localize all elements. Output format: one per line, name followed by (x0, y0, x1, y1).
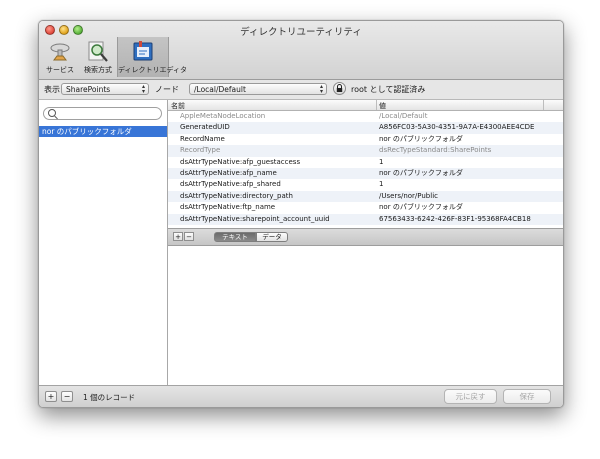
attribute-name-cell: GeneratedUID (180, 123, 230, 132)
value-detail-pane[interactable] (168, 246, 563, 385)
table-row[interactable]: dsAttrTypeNative:afp_name nor のパブリックフォルダ (168, 168, 563, 180)
attribute-name-cell: dsAttrTypeNative:afp_guestaccess (180, 157, 301, 166)
table-row[interactable]: dsAttrTypeNative:ftp_name nor のパブリックフォルダ (168, 202, 563, 213)
node-popup-value: /Local/Default (194, 85, 246, 94)
revert-button[interactable]: 元に戻す (444, 389, 497, 404)
tab-data[interactable]: データ (256, 232, 288, 242)
attribute-value-cell[interactable]: A856FC03-5A30-4351-9A7A-E4300AEE4CDE (379, 122, 534, 133)
toolbar-directory-editor-button[interactable]: ディレクトリエディタ (117, 37, 188, 77)
window-title: ディレクトリユーティリティ (240, 27, 362, 38)
popup-arrows-icon: ▴ ▾ (319, 83, 323, 95)
table-row[interactable]: AppleMetaNodeLocation/Local/Default (168, 111, 563, 122)
remove-attribute-button[interactable]: − (184, 232, 194, 241)
attribute-name-cell: RecordType (180, 146, 221, 155)
attribute-name-cell: AppleMetaNodeLocation (180, 112, 266, 120)
attribute-value-cell[interactable]: nor のパブリックフォルダ (379, 134, 463, 145)
popup-arrows-icon: ▴ ▾ (141, 83, 145, 95)
table-row[interactable]: GeneratedUID A856FC03-5A30-4351-9A7A-E430… (168, 122, 563, 134)
column-header-name[interactable]: 名前 (171, 101, 185, 111)
save-button[interactable]: 保存 (503, 389, 551, 404)
attribute-value-cell[interactable]: 1 (379, 157, 383, 168)
toolbar-search-policy-label: 検索方式 (84, 66, 112, 74)
record-list-item[interactable]: nor のパブリックフォルダ (39, 126, 167, 137)
toolbar: サービス 検索方式 ディレクトリエディタ (41, 37, 188, 77)
record-list-sidebar: nor のパブリックフォルダ (39, 100, 168, 385)
record-search-input[interactable] (43, 107, 162, 120)
services-icon (50, 43, 70, 61)
lock-button[interactable] (333, 82, 346, 95)
node-popup[interactable]: /Local/Default ▴ ▾ (189, 83, 327, 95)
toolbar-search-policy-button[interactable]: 検索方式 (79, 37, 117, 77)
attribute-name-cell: dsAttrTypeNative:sharepoint_account_uuid (180, 214, 330, 223)
attribute-value-cell[interactable]: nor のパブリックフォルダ (379, 202, 463, 213)
table-row[interactable]: dsAttrTypeNative:sharepoint_account_uuid… (168, 213, 563, 225)
titlebar: ディレクトリユーティリティ サービス 検索方式 ディレクトリエディタ (39, 21, 563, 80)
attribute-value-cell[interactable]: 67563433-6242-426F-83F1-95368FA4CB18 (379, 214, 531, 225)
attribute-table: 名前 値 AppleMetaNodeLocation/Local/Default… (168, 100, 563, 228)
auth-status-text: root として認証済み (351, 85, 426, 94)
table-header: 名前 値 (168, 100, 563, 111)
attribute-value-cell[interactable]: /Local/Default (379, 111, 427, 122)
table-row[interactable]: RecordType dsRecTypeStandard:SharePoints (168, 145, 563, 157)
search-icon (48, 109, 56, 117)
node-label: ノード (155, 85, 179, 94)
add-attribute-button[interactable]: + (173, 232, 183, 241)
bottom-bar: + − 1 個のレコード 元に戻す 保存 (39, 385, 563, 407)
record-count: 1 個のレコード (83, 393, 136, 402)
toolbar-services-button[interactable]: サービス (41, 37, 79, 77)
attribute-name-cell: dsAttrTypeNative:afp_shared (180, 180, 281, 189)
add-record-button[interactable]: + (45, 391, 57, 402)
directory-editor-icon (133, 41, 153, 61)
toolbar-services-label: サービス (46, 66, 74, 74)
view-popup-value: SharePoints (66, 85, 111, 94)
attribute-value-cell[interactable]: /Users/nor/Public (379, 191, 438, 202)
attribute-name-cell: RecordName (180, 134, 225, 143)
view-label: 表示 (44, 85, 60, 94)
attribute-value-cell[interactable]: 1 (379, 179, 383, 190)
search-policy-icon (88, 41, 108, 62)
attribute-value-cell[interactable]: dsRecTypeStandard:SharePoints (379, 145, 491, 156)
attribute-name-cell: dsAttrTypeNative:ftp_name (180, 203, 276, 212)
lock-icon (336, 84, 343, 92)
table-footer: + − テキスト データ (168, 228, 563, 246)
table-row[interactable]: RecordName nor のパブリックフォルダ (168, 134, 563, 145)
attribute-name-cell: dsAttrTypeNative:directory_path (180, 191, 293, 200)
toolbar-directory-editor-label: ディレクトリエディタ (118, 66, 188, 74)
column-divider (543, 100, 544, 110)
attribute-value-cell[interactable]: nor のパブリックフォルダ (379, 168, 463, 179)
column-divider[interactable] (376, 100, 377, 110)
node-bar: 表示 SharePoints ▴ ▾ ノード /Local/Default ▴ ▾ … (39, 80, 563, 100)
table-row[interactable]: dsAttrTypeNative:afp_guestaccess 1 (168, 157, 563, 168)
directory-utility-window: ディレクトリユーティリティ サービス 検索方式 ディレクトリエディタ 表示 Sh… (38, 20, 564, 408)
table-row[interactable]: dsAttrTypeNative:directory_path/Users/no… (168, 190, 563, 203)
view-popup[interactable]: SharePoints ▴ ▾ (61, 83, 149, 95)
attribute-name-cell: dsAttrTypeNative:afp_name (180, 169, 277, 177)
table-row[interactable]: dsAttrTypeNative:afp_shared 1 (168, 179, 563, 190)
column-header-value[interactable]: 値 (379, 101, 386, 111)
remove-record-button[interactable]: − (61, 391, 73, 402)
tab-text[interactable]: テキスト (214, 232, 256, 242)
